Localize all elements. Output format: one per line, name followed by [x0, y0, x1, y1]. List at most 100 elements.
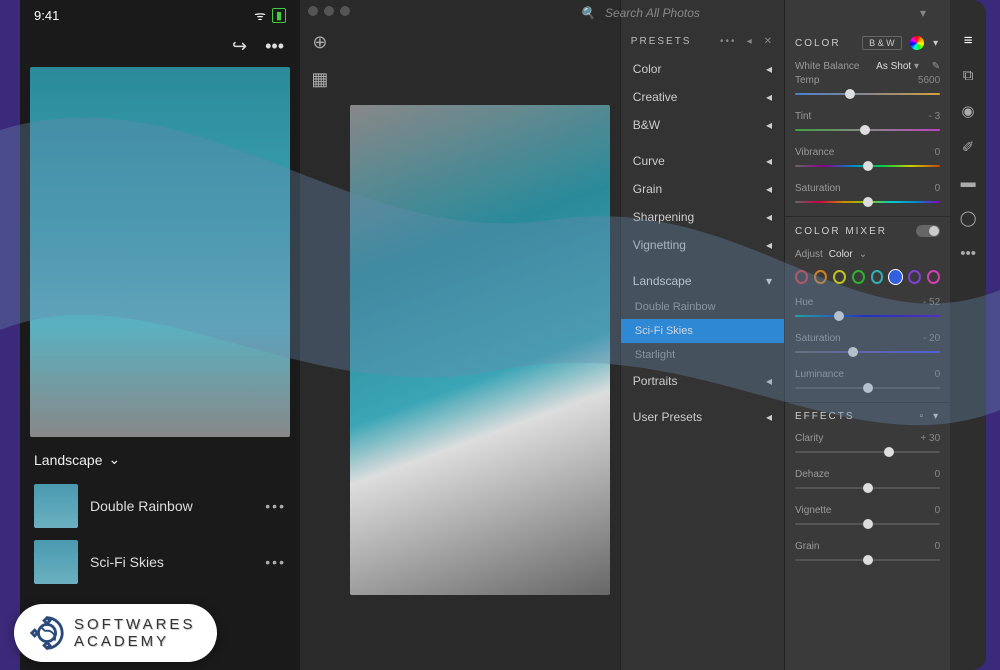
more-tools-icon[interactable]: ••• — [960, 245, 976, 262]
slider-label: Dehaze — [795, 469, 829, 480]
effects-menu-icon[interactable]: ▫ — [920, 411, 926, 422]
preset-category-landscape[interactable]: Landscape▾ — [621, 267, 784, 295]
chevron-left-icon: ◂ — [766, 374, 772, 388]
presets-collapse-icon[interactable]: ◂ — [747, 36, 754, 47]
brush-icon[interactable]: ✐ — [962, 138, 975, 156]
slider-label: Vibrance — [795, 147, 834, 158]
preset-thumb — [34, 484, 78, 528]
luminance-slider[interactable] — [795, 380, 940, 396]
chevron-down-icon[interactable]: ▾ — [933, 411, 940, 422]
bw-toggle[interactable]: B & W — [862, 36, 902, 50]
radial-icon[interactable]: ◯ — [960, 209, 977, 227]
grid-icon[interactable]: ▦ — [311, 69, 328, 90]
edit-panel: COLOR B & W ▾ White Balance As Shot ▾ ✎ … — [784, 0, 950, 670]
eyedropper-icon[interactable]: ✎ — [932, 61, 940, 72]
mobile-preset-row[interactable]: Sci-Fi Skies ••• — [20, 534, 300, 590]
temp-slider[interactable] — [795, 86, 940, 102]
color-swatch-orange[interactable] — [814, 270, 827, 284]
color-swatch-aqua[interactable] — [871, 270, 884, 284]
preset-category[interactable]: Curve◂ — [621, 147, 784, 175]
right-toolbar: ≡ ⧉ ◉ ✐ ▬ ◯ ••• — [950, 0, 986, 670]
mobile-panel: 9:41 ᯤ ▮ ↪ ••• Landscape ⌄ Double Rainbo… — [20, 0, 300, 670]
preset-category[interactable]: Vignetting◂ — [621, 231, 784, 259]
color-swatch-purple[interactable] — [908, 270, 921, 284]
preset-category[interactable]: Sharpening◂ — [621, 203, 784, 231]
filter-icon[interactable]: ▾ — [920, 6, 926, 20]
more-icon[interactable]: ••• — [265, 36, 284, 57]
preset-more-icon[interactable]: ••• — [265, 554, 286, 570]
white-balance-dropdown[interactable]: As Shot — [876, 61, 911, 72]
desktop-app: 🔍 Search All Photos ▾ ⊕ ▦ PRESETS ••• ◂ … — [300, 0, 986, 670]
slider-value: 5600 — [918, 75, 940, 86]
preset-category[interactable]: Grain◂ — [621, 175, 784, 203]
presets-panel: PRESETS ••• ◂ ✕ Color◂ Creative◂ B&W◂ Cu… — [620, 0, 784, 670]
color-swatch-magenta[interactable] — [927, 270, 940, 284]
gradient-icon[interactable]: ▬ — [961, 174, 976, 191]
hue-slider[interactable] — [795, 308, 940, 324]
close-icon[interactable] — [308, 6, 318, 16]
chevron-left-icon: ◂ — [766, 90, 772, 104]
saturation-slider[interactable] — [795, 194, 940, 210]
status-time: 9:41 — [34, 8, 59, 23]
top-search-bar[interactable]: 🔍 Search All Photos ▾ — [580, 6, 926, 20]
chevron-down-icon[interactable]: ▾ — [933, 38, 940, 49]
preset-category[interactable]: B&W◂ — [621, 111, 784, 139]
redo-icon[interactable]: ↪ — [232, 36, 247, 57]
grain-slider[interactable] — [795, 552, 940, 568]
preset-category[interactable]: User Presets◂ — [621, 403, 784, 431]
presets-title: PRESETS — [631, 36, 692, 47]
presets-close-icon[interactable]: ✕ — [764, 36, 774, 47]
slider-label: Hue — [795, 297, 813, 308]
color-wheel-icon[interactable] — [910, 36, 924, 50]
preset-more-icon[interactable]: ••• — [265, 498, 286, 514]
search-placeholder: Search All Photos — [605, 6, 700, 20]
preset-category[interactable]: Creative◂ — [621, 83, 784, 111]
preset-item[interactable]: Starlight — [621, 343, 784, 367]
preset-category[interactable]: Color◂ — [621, 55, 784, 83]
color-swatch-green[interactable] — [852, 270, 865, 284]
minimize-icon[interactable] — [324, 6, 334, 16]
mobile-status-bar: 9:41 ᯤ ▮ — [20, 0, 300, 30]
clarity-slider[interactable] — [795, 444, 940, 460]
chevron-left-icon: ◂ — [766, 410, 772, 424]
dehaze-slider[interactable] — [795, 480, 940, 496]
heal-icon[interactable]: ◉ — [962, 102, 975, 120]
battery-icon: ▮ — [272, 8, 286, 23]
color-swatch-blue[interactable] — [889, 270, 902, 284]
slider-value: + 30 — [920, 433, 940, 444]
chevron-left-icon: ◂ — [766, 238, 772, 252]
slider-label: Saturation — [795, 183, 841, 194]
mobile-category-dropdown[interactable]: Landscape ⌄ — [20, 441, 300, 478]
crop-icon[interactable]: ⧉ — [963, 67, 974, 84]
window-traffic-lights[interactable] — [308, 6, 350, 16]
maximize-icon[interactable] — [340, 6, 350, 16]
slider-label: Luminance — [795, 369, 844, 380]
preset-category[interactable]: Portraits◂ — [621, 367, 784, 395]
slider-label: Tint — [795, 111, 811, 122]
tint-slider[interactable] — [795, 122, 940, 138]
slider-value: 0 — [935, 469, 941, 480]
mixer-saturation-slider[interactable] — [795, 344, 940, 360]
preset-item-selected[interactable]: Sci-Fi Skies — [621, 319, 784, 343]
logo-line2: ACADEMY — [74, 633, 195, 650]
preset-label: Sci-Fi Skies — [90, 554, 164, 570]
add-icon[interactable]: ⊕ — [312, 32, 327, 53]
slider-label: Clarity — [795, 433, 823, 444]
photo-canvas[interactable] — [340, 0, 620, 670]
adjust-dropdown[interactable]: Color — [829, 249, 853, 260]
slider-label: Vignette — [795, 505, 832, 516]
adjust-icon[interactable]: ≡ — [964, 32, 973, 49]
mobile-preset-row[interactable]: Double Rainbow ••• — [20, 478, 300, 534]
color-swatch-red[interactable] — [795, 270, 808, 284]
watermark-logo: SOFTWARES ACADEMY — [14, 604, 217, 662]
vignette-slider[interactable] — [795, 516, 940, 532]
vibrance-slider[interactable] — [795, 158, 940, 174]
slider-value: 0 — [935, 369, 941, 380]
preset-item[interactable]: Double Rainbow — [621, 295, 784, 319]
mixer-toggle[interactable] — [916, 225, 940, 237]
color-swatch-yellow[interactable] — [833, 270, 846, 284]
mobile-photo-preview[interactable] — [30, 67, 290, 437]
presets-more-icon[interactable]: ••• — [720, 36, 737, 47]
effects-title: EFFECTS — [795, 411, 855, 422]
slider-label: Saturation — [795, 333, 841, 344]
